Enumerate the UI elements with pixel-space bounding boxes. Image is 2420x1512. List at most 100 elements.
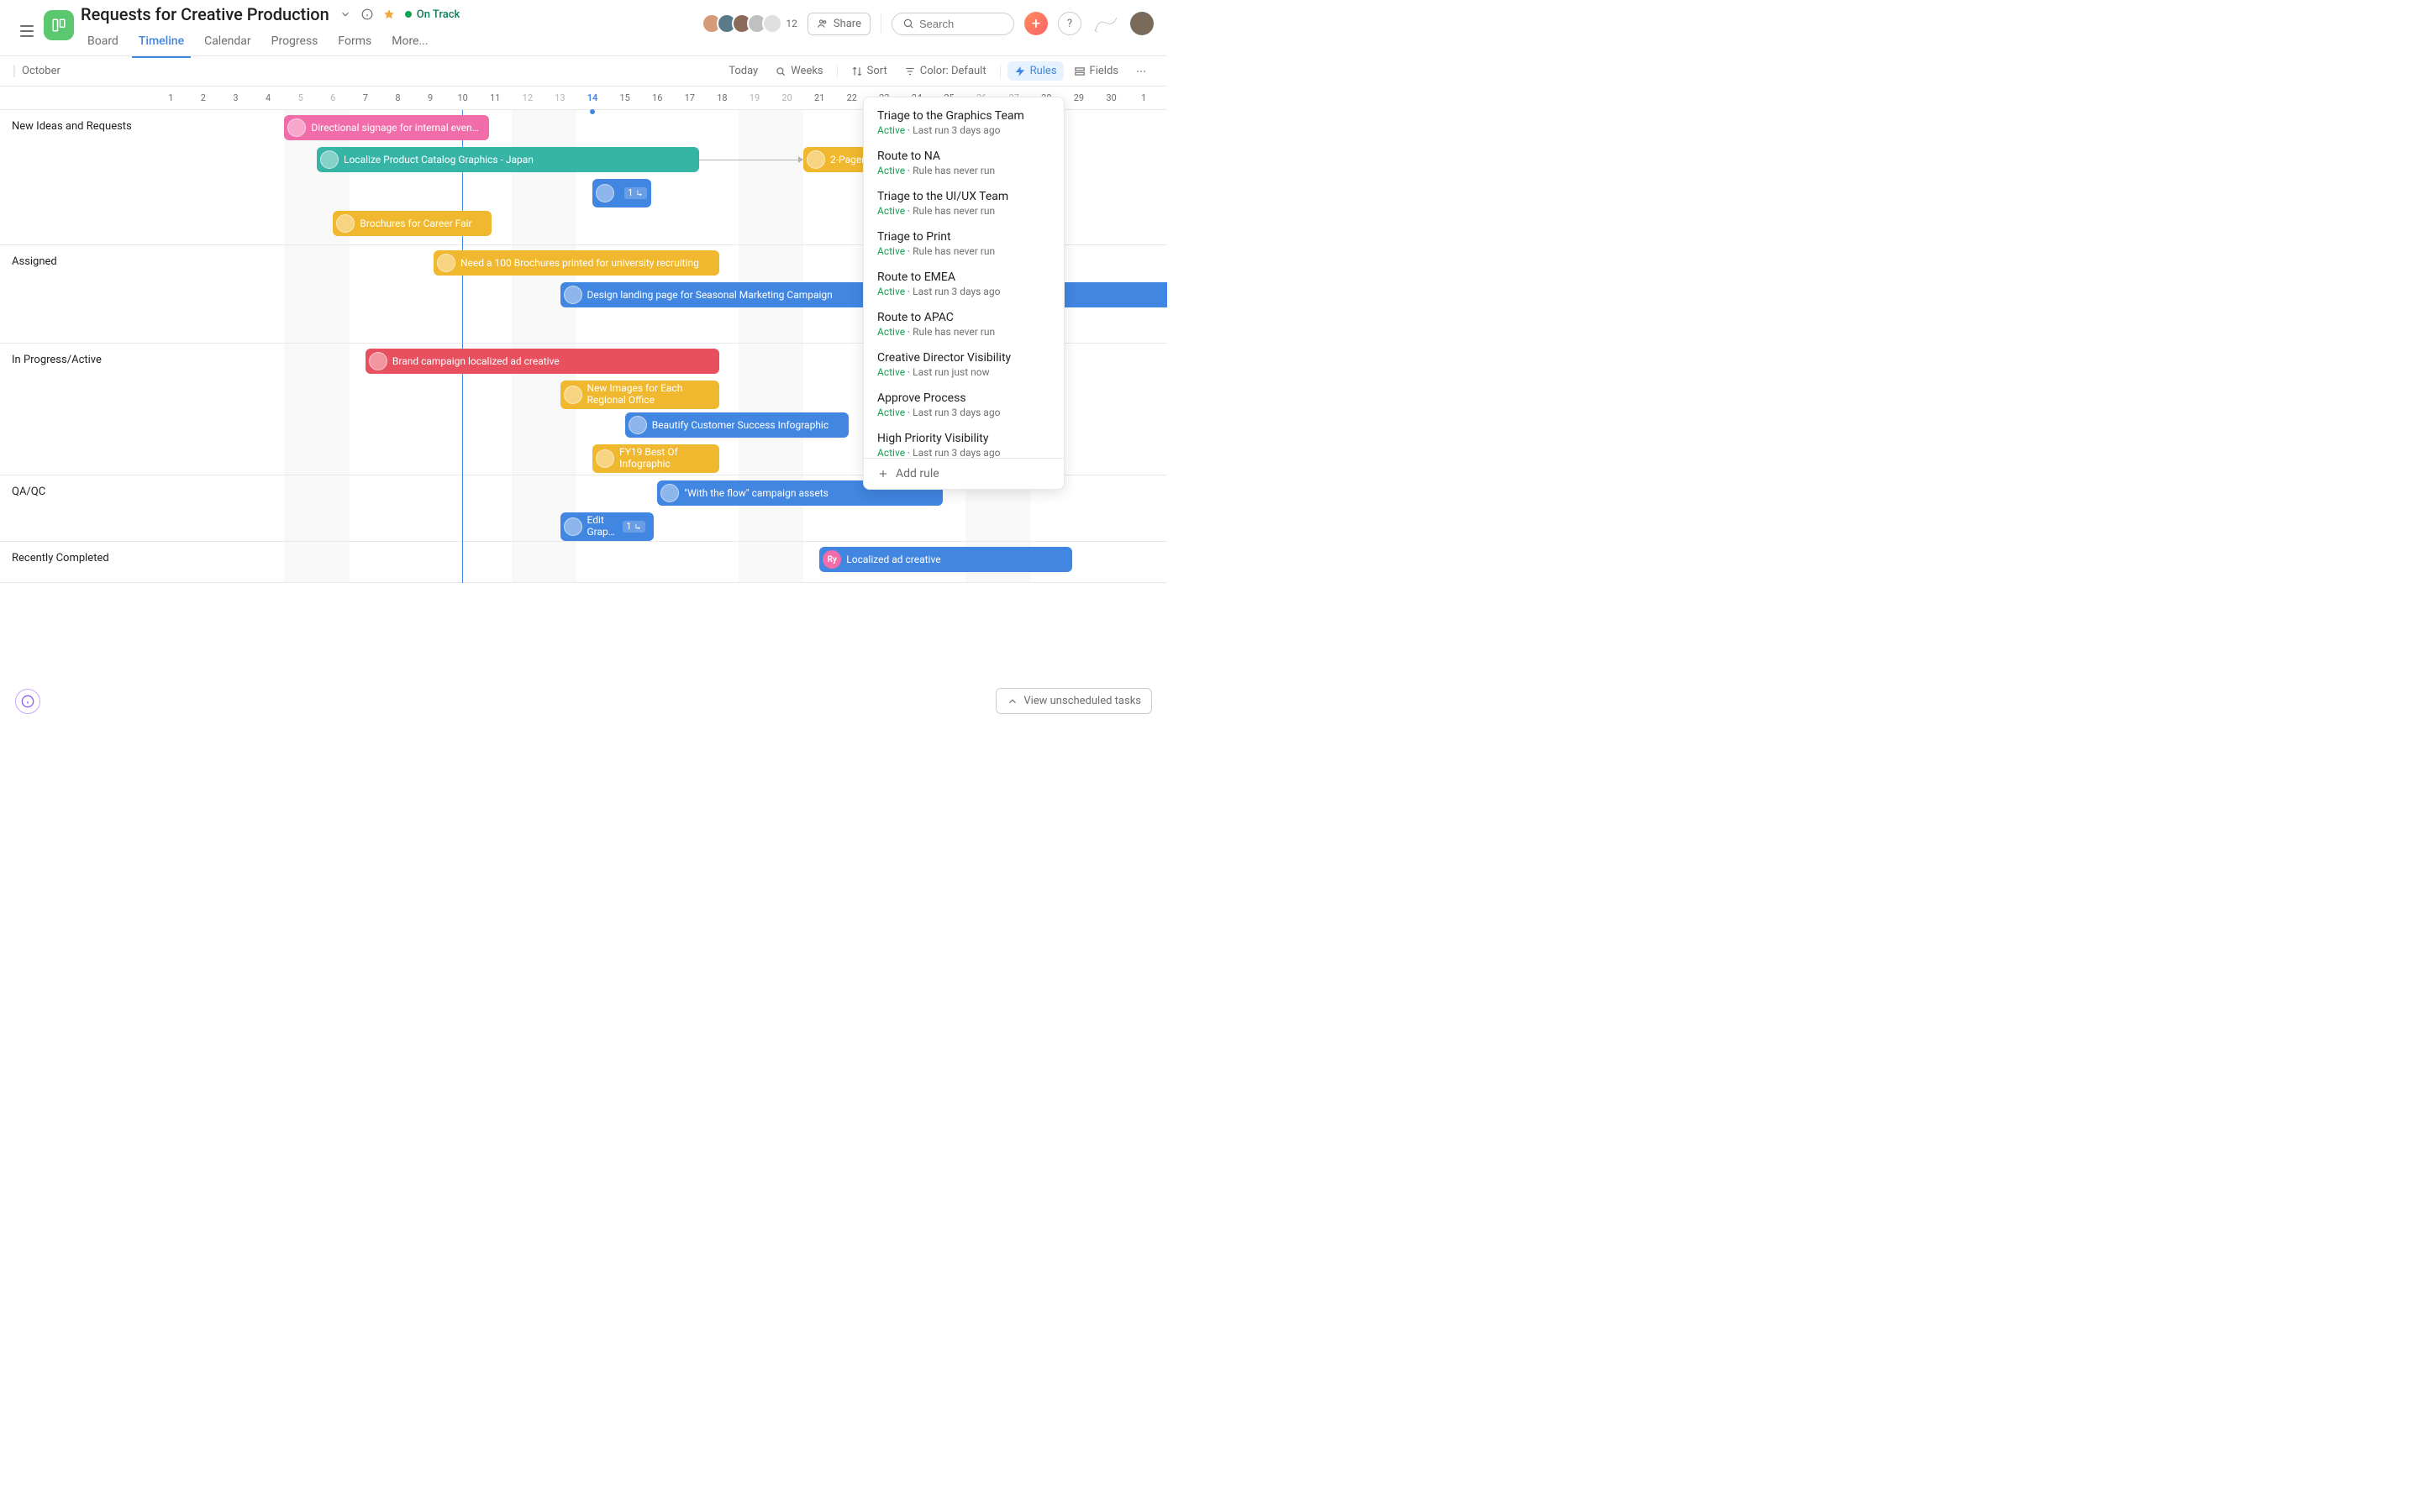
- project-icon[interactable]: [44, 10, 74, 40]
- section-label[interactable]: New Ideas and Requests: [0, 110, 155, 244]
- task-title: Localize Product Catalog Graphics - Japa…: [344, 154, 534, 165]
- info-icon: [21, 695, 34, 708]
- assignee-avatar: [564, 386, 582, 404]
- rule-item[interactable]: Route to NA Active · Rule has never run: [864, 143, 1064, 183]
- section-label[interactable]: In Progress/Active: [0, 344, 155, 475]
- info-icon[interactable]: [361, 8, 373, 20]
- task-bar[interactable]: New Images for Each Regional Office: [560, 381, 719, 409]
- task-bar[interactable]: Brand campaign localized ad creative: [366, 349, 719, 374]
- tab-board[interactable]: Board: [81, 28, 125, 58]
- task-title: FY19 Best Of Infographic: [619, 447, 711, 470]
- rule-meta: Active · Last run 3 days ago: [877, 286, 1050, 297]
- menu-button[interactable]: [13, 18, 40, 45]
- rule-item[interactable]: Creative Director VisibilityActive · Las…: [864, 344, 1064, 385]
- date-cell: 29: [1063, 87, 1096, 109]
- task-title: Brochures for Career Fair: [360, 218, 471, 229]
- rule-name: High Priority Visibility: [877, 432, 1050, 445]
- rule-name: Route to APAC: [877, 311, 1050, 324]
- chevron-down-icon[interactable]: [339, 8, 351, 20]
- date-cell: 17: [674, 87, 707, 109]
- rule-item[interactable]: Triage to the UI/UX Team Active · Rule ha…: [864, 183, 1064, 223]
- rule-name: Route to NA: [877, 150, 1050, 163]
- date-cell: 9: [414, 87, 447, 109]
- date-cell: 6: [317, 87, 350, 109]
- zoom-button[interactable]: Weeks: [768, 61, 829, 81]
- task-title: "With the flow" campaign assets: [684, 487, 829, 499]
- tab-progress[interactable]: Progress: [265, 28, 325, 58]
- fields-icon: [1074, 66, 1086, 77]
- assignee-avatar: [564, 517, 582, 536]
- tab-more[interactable]: More...: [385, 28, 434, 58]
- task-bar[interactable]: Beautify Customer Success Infographic: [625, 412, 849, 438]
- rule-meta: Active · Rule has never run: [877, 165, 1050, 176]
- task-bar[interactable]: Localize Product Catalog Graphics - Japa…: [317, 147, 699, 172]
- status-badge[interactable]: On Track: [405, 8, 460, 21]
- more-icon: [1135, 66, 1147, 77]
- user-avatar[interactable]: [1130, 12, 1154, 35]
- member-avatars[interactable]: 12: [707, 13, 797, 34]
- tab-calendar[interactable]: Calendar: [197, 28, 258, 58]
- date-cell: 8: [381, 87, 414, 109]
- tab-forms[interactable]: Forms: [331, 28, 378, 58]
- rule-item[interactable]: Route to EMEA Active · Last run 3 days ag…: [864, 264, 1064, 304]
- rules-button[interactable]: Rules: [1007, 61, 1064, 81]
- task-bar[interactable]: Brochures for Career Fair: [333, 211, 492, 236]
- fields-button[interactable]: Fields: [1067, 61, 1125, 81]
- rule-item[interactable]: High Priority VisibilityActive · Last ru…: [864, 425, 1064, 458]
- workspace-logo[interactable]: [1092, 12, 1120, 35]
- more-button[interactable]: [1128, 62, 1154, 81]
- unscheduled-button[interactable]: View unscheduled tasks: [996, 688, 1152, 714]
- task-title: Directional signage for internal events: [311, 122, 480, 134]
- date-cell: 16: [641, 87, 674, 109]
- section-label[interactable]: QA/QC: [0, 475, 155, 541]
- date-cell: 13: [544, 87, 576, 109]
- search-input[interactable]: [919, 18, 1003, 30]
- assignee-avatar: [287, 118, 306, 137]
- status-text: On Track: [417, 8, 460, 21]
- task-title: New Images for Each Regional Office: [587, 383, 711, 407]
- date-cell: 15: [608, 87, 641, 109]
- task-bar[interactable]: RyLocalized ad creative: [819, 547, 1072, 572]
- rule-item[interactable]: Triage to the Graphics TeamActive · Last…: [864, 102, 1064, 143]
- assignee-avatar: [596, 449, 614, 468]
- task-title: Localized ad creative: [846, 554, 940, 565]
- search-box[interactable]: [892, 13, 1014, 35]
- share-button[interactable]: Share: [808, 13, 871, 35]
- project-title[interactable]: Requests for Creative Production: [81, 4, 329, 24]
- add-button[interactable]: +: [1024, 12, 1048, 35]
- rule-name: Route to EMEA: [877, 270, 1050, 284]
- rule-item[interactable]: Approve ProcessActive · Last run 3 days …: [864, 385, 1064, 425]
- rule-meta: Active · Last run just now: [877, 366, 1050, 378]
- sort-button[interactable]: Sort: [844, 61, 894, 81]
- star-icon[interactable]: [383, 8, 395, 20]
- toolbar: October Today Weeks Sort Color: Default …: [0, 56, 1167, 87]
- rule-meta: Active · Rule has never run: [877, 205, 1050, 217]
- add-rule-button[interactable]: Add rule: [864, 458, 1064, 489]
- chevron-up-icon: [1007, 696, 1018, 707]
- section-label[interactable]: Recently Completed: [0, 542, 155, 582]
- task-bar[interactable]: B fo1: [592, 179, 650, 207]
- section-label[interactable]: Assigned: [0, 245, 155, 343]
- date-cell: 14: [576, 87, 609, 109]
- rule-item[interactable]: Triage to PrintActive · Rule has never r…: [864, 223, 1064, 264]
- timeline[interactable]: 1234567891011121314151617181920212223242…: [0, 87, 1167, 729]
- help-float-button[interactable]: [15, 689, 40, 714]
- color-button[interactable]: Color: Default: [897, 61, 993, 81]
- date-cell: 21: [803, 87, 836, 109]
- assignee-avatar: [629, 416, 647, 434]
- today-button[interactable]: Today: [722, 61, 765, 81]
- rules-dropdown: Triage to the Graphics TeamActive · Last…: [863, 97, 1065, 490]
- rule-name: Triage to the UI/UX Team: [877, 190, 1050, 203]
- task-bar[interactable]: Need a 100 Brochures printed for univers…: [434, 250, 719, 276]
- task-bar[interactable]: Edit Graph...1: [560, 512, 655, 541]
- task-bar[interactable]: Directional signage for internal events: [284, 115, 488, 140]
- date-cell: 18: [706, 87, 739, 109]
- task-bar[interactable]: FY19 Best Of Infographic: [592, 444, 719, 473]
- date-cell: 1: [1128, 87, 1160, 109]
- add-rule-label: Add rule: [896, 467, 939, 480]
- help-button[interactable]: ?: [1058, 12, 1081, 35]
- rule-item[interactable]: Route to APACActive · Rule has never run: [864, 304, 1064, 344]
- filter-icon: [904, 66, 916, 77]
- tab-timeline[interactable]: Timeline: [132, 28, 191, 58]
- rule-meta: Active · Rule has never run: [877, 245, 1050, 257]
